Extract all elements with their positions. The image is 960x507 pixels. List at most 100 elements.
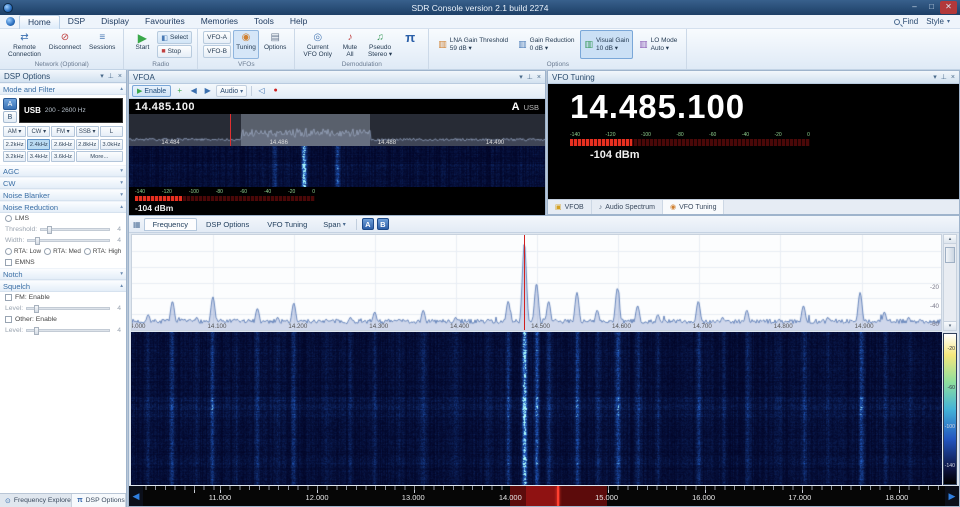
filter-button[interactable]: More... bbox=[75, 151, 123, 162]
threshold-slider[interactable] bbox=[40, 226, 110, 234]
main-tab[interactable]: DSP Options bbox=[197, 218, 258, 231]
filter-button[interactable]: 3.0kHz bbox=[99, 139, 123, 150]
vfo-tuning-tab[interactable]: ▣ VFOB bbox=[548, 200, 592, 214]
slider-thumb[interactable] bbox=[34, 237, 40, 245]
vfoa-panel-header[interactable]: VFOA ▾ ⊥ × bbox=[129, 71, 545, 84]
add-icon[interactable]: + bbox=[174, 85, 185, 97]
vfo-a-button[interactable]: VFO-A bbox=[203, 31, 231, 44]
ruler-scale[interactable]: 11.000 12.000 13.000 14.000 15.000 16.000 17.0… bbox=[143, 486, 945, 506]
width-slider[interactable] bbox=[27, 237, 110, 245]
close-icon[interactable]: × bbox=[537, 71, 541, 84]
fm-enable-checkbox[interactable] bbox=[5, 294, 12, 301]
vfo-b-display-button[interactable]: B bbox=[376, 218, 389, 230]
menu-tab[interactable]: Help bbox=[282, 15, 315, 29]
current-vfo-only-button[interactable]: ◎ Current VFO Only bbox=[300, 30, 335, 59]
vfo-b-button[interactable]: VFO-B bbox=[203, 45, 231, 58]
vertical-scrollbar[interactable]: ▴ ▾ bbox=[943, 234, 957, 331]
menu-tab[interactable]: Tools bbox=[246, 15, 282, 29]
vfo-a-toggle[interactable]: A bbox=[3, 98, 17, 110]
options-button[interactable]: ▤ Options bbox=[261, 30, 289, 59]
filter-button[interactable]: 3.2kHz bbox=[3, 151, 27, 162]
vfoa-frequency-bar[interactable]: 14.485.100 A USB bbox=[129, 99, 545, 114]
scroll-down-icon[interactable]: ▾ bbox=[944, 321, 956, 330]
stop-button[interactable]: ■ Stop bbox=[157, 45, 193, 58]
left-panel-tab[interactable]: ⊙ Frequency Explorer bbox=[0, 494, 73, 507]
audio-dropdown-button[interactable]: Audio ▾ bbox=[216, 85, 248, 97]
other-enable-checkbox[interactable] bbox=[5, 316, 12, 323]
maximize-button[interactable]: □ bbox=[923, 1, 940, 14]
slider-thumb[interactable] bbox=[33, 327, 39, 335]
vfoa-waterfall-canvas[interactable] bbox=[129, 146, 545, 187]
find-button[interactable]: Find bbox=[893, 17, 918, 26]
section-notch[interactable]: Notch ▾ bbox=[0, 268, 126, 280]
menu-tab[interactable]: Home bbox=[19, 14, 60, 29]
section-agc[interactable]: AGC ▾ bbox=[0, 165, 126, 177]
close-icon[interactable]: × bbox=[118, 70, 122, 83]
close-button[interactable]: ✕ bbox=[940, 1, 957, 14]
vfo-tuning-panel-header[interactable]: VFO Tuning ▾ ⊥ × bbox=[548, 71, 959, 84]
rta-radio[interactable] bbox=[44, 248, 52, 255]
filter-button[interactable]: 3.6kHz bbox=[51, 151, 75, 162]
rta-radio[interactable] bbox=[83, 248, 91, 255]
sessions-button[interactable]: ≡ Sessions bbox=[86, 30, 118, 59]
scrollbar-thumb[interactable] bbox=[945, 247, 955, 263]
grid-icon[interactable]: ▦ bbox=[131, 220, 143, 229]
close-icon[interactable]: × bbox=[951, 71, 955, 84]
menu-tab[interactable]: DSP bbox=[60, 15, 93, 29]
select-button[interactable]: ◧ Select bbox=[157, 31, 193, 44]
remote-connection-button[interactable]: ⇄ Remote Connection bbox=[5, 30, 44, 59]
main-waterfall[interactable] bbox=[131, 332, 942, 485]
rta-option[interactable]: RTA: Low bbox=[5, 248, 41, 255]
vfo-tuning-tab[interactable]: ♪ Audio Spectrum bbox=[592, 200, 663, 214]
filter-button[interactable]: 2.2kHz bbox=[3, 139, 27, 150]
section-squelch[interactable]: Squelch ▴ bbox=[0, 280, 126, 292]
vfoa-waterfall[interactable] bbox=[129, 146, 545, 187]
slider-thumb[interactable] bbox=[33, 305, 39, 313]
span-dropdown-button[interactable]: Span ▾ bbox=[317, 219, 352, 230]
rta-radio[interactable] bbox=[5, 248, 12, 255]
filter-button[interactable]: 2.6kHz bbox=[51, 139, 75, 150]
speaker-icon[interactable]: ◁ bbox=[256, 85, 267, 97]
pin-icon[interactable]: ⊥ bbox=[941, 71, 947, 84]
vfo-tuning-tab[interactable]: ◉ VFO Tuning bbox=[663, 200, 725, 214]
vfo-b-toggle[interactable]: B bbox=[3, 111, 17, 123]
filter-button[interactable]: 2.4kHz bbox=[27, 139, 51, 150]
chevron-down-icon[interactable]: ▾ bbox=[933, 71, 937, 84]
rta-option[interactable]: RTA: High bbox=[83, 248, 121, 255]
main-spectrum[interactable]: 14.000 14.100 14.200 14.300 14.400 14.500 14.6… bbox=[131, 234, 942, 331]
menu-tab[interactable]: Display bbox=[93, 15, 137, 29]
main-tab[interactable]: Frequency bbox=[143, 217, 197, 231]
enable-button[interactable]: ▶ Enable bbox=[132, 85, 172, 97]
filter-button[interactable]: 2.8kHz bbox=[75, 139, 99, 150]
start-button[interactable]: ▶ Start bbox=[129, 30, 155, 59]
dsp-panel-header[interactable]: DSP Options ▾ ⊥ × bbox=[0, 70, 126, 83]
section-mode-and-filter[interactable]: Mode and Filter ▴ bbox=[0, 83, 126, 95]
section-noise-reduction[interactable]: Noise Reduction ▴ bbox=[0, 201, 126, 213]
left-panel-tab[interactable]: π DSP Options bbox=[72, 494, 126, 507]
tuning-frequency-value[interactable]: 14.485.100 bbox=[548, 84, 959, 126]
mode-button[interactable]: FM ▾ bbox=[51, 126, 75, 137]
vfo-a-display-button[interactable]: A bbox=[361, 218, 374, 230]
emns-checkbox[interactable] bbox=[5, 259, 12, 266]
vfoa-spectrum[interactable]: 14.484 14.486 14.488 14.490 bbox=[129, 114, 545, 146]
rta-option[interactable]: RTA: Med bbox=[44, 248, 81, 255]
fm-level-slider[interactable] bbox=[26, 305, 110, 313]
mode-button[interactable]: AM ▾ bbox=[3, 126, 27, 137]
menu-tab[interactable]: Favourites bbox=[137, 15, 193, 29]
main-tab[interactable]: VFO Tuning bbox=[258, 218, 316, 231]
other-level-slider[interactable] bbox=[26, 327, 110, 335]
menu-tab[interactable]: Memories bbox=[193, 15, 246, 29]
dsp-button[interactable]: π bbox=[397, 30, 423, 59]
pin-icon[interactable]: ⊥ bbox=[527, 71, 533, 84]
main-spectrum-canvas[interactable] bbox=[132, 235, 941, 330]
gain-dropdown-button[interactable]: ▥ LNA Gain Threshold 59 dB ▾ bbox=[434, 30, 512, 59]
main-waterfall-canvas[interactable] bbox=[131, 332, 942, 485]
style-button[interactable]: Style ▾ bbox=[926, 17, 950, 26]
section-noise-blanker[interactable]: Noise Blanker ▾ bbox=[0, 189, 126, 201]
scroll-up-icon[interactable]: ▴ bbox=[944, 235, 956, 244]
disconnect-button[interactable]: ⊘ Disconnect bbox=[46, 30, 84, 59]
record-icon[interactable]: ● bbox=[270, 85, 281, 97]
lms-radio[interactable] bbox=[5, 215, 12, 222]
minimize-button[interactable]: – bbox=[906, 1, 923, 14]
gain-dropdown-button[interactable]: ▥ Gain Reduction 0 dB ▾ bbox=[514, 30, 578, 59]
